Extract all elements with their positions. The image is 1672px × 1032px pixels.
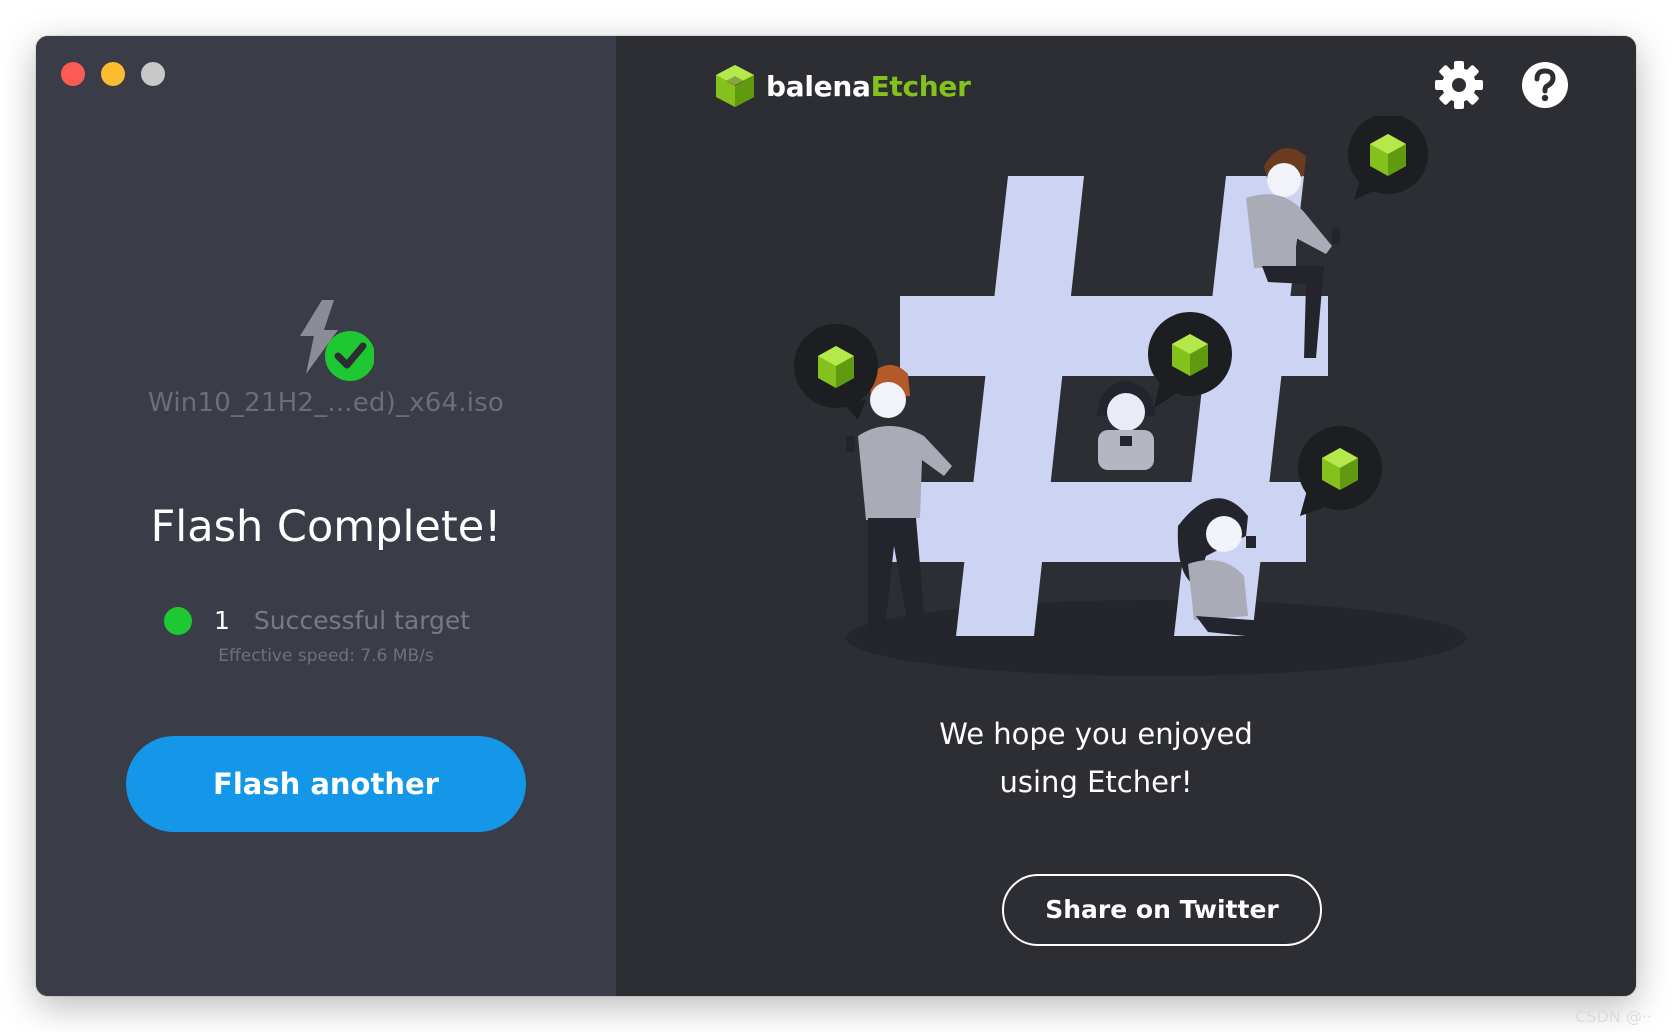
zoom-window-button[interactable]: [141, 62, 165, 86]
person-center: [1096, 381, 1156, 470]
message-line-2: using Etcher!: [999, 765, 1193, 799]
speech-bubble-top-right: [1348, 116, 1428, 200]
image-file-name: Win10_21H2_...ed)_x64.iso: [148, 388, 504, 418]
effective-speed: Effective speed: 7.6 MB/s: [218, 646, 434, 666]
target-status-row: 1 Successful target: [164, 606, 470, 635]
speech-bubble-right: [1298, 426, 1382, 516]
window-controls: [61, 62, 165, 86]
minimize-window-button[interactable]: [101, 62, 125, 86]
left-panel: Win10_21H2_...ed)_x64.iso Flash Complete…: [36, 36, 616, 996]
target-label: Successful target: [253, 606, 471, 635]
logo-text-balena: balena: [766, 69, 871, 103]
balena-etcher-logo: balena Etcher: [714, 63, 971, 109]
gear-icon[interactable]: [1434, 60, 1484, 110]
flash-another-button[interactable]: Flash another: [126, 736, 526, 832]
flash-success-icon: [300, 300, 374, 381]
target-count: 1: [214, 606, 230, 635]
close-window-button[interactable]: [61, 62, 85, 86]
share-on-twitter-button[interactable]: Share on Twitter: [1002, 874, 1322, 946]
completion-message: We hope you enjoyed using Etcher!: [826, 710, 1366, 806]
question-icon[interactable]: [1520, 60, 1570, 110]
hashtag-people-illustration: [794, 116, 1466, 676]
logo-text-etcher: Etcher: [870, 69, 971, 103]
success-status-dot: [164, 606, 192, 635]
message-line-1: We hope you enjoyed: [939, 717, 1253, 751]
watermark: CSDN @··: [1575, 1007, 1652, 1026]
speech-bubble-left: [794, 324, 878, 420]
etcher-window: Win10_21H2_...ed)_x64.iso Flash Complete…: [36, 36, 1636, 996]
cube-logo-icon: [716, 65, 754, 107]
flash-complete-title: Flash Complete!: [150, 502, 502, 552]
right-panel: balena Etcher We hope you enjoyed using …: [616, 36, 1636, 996]
